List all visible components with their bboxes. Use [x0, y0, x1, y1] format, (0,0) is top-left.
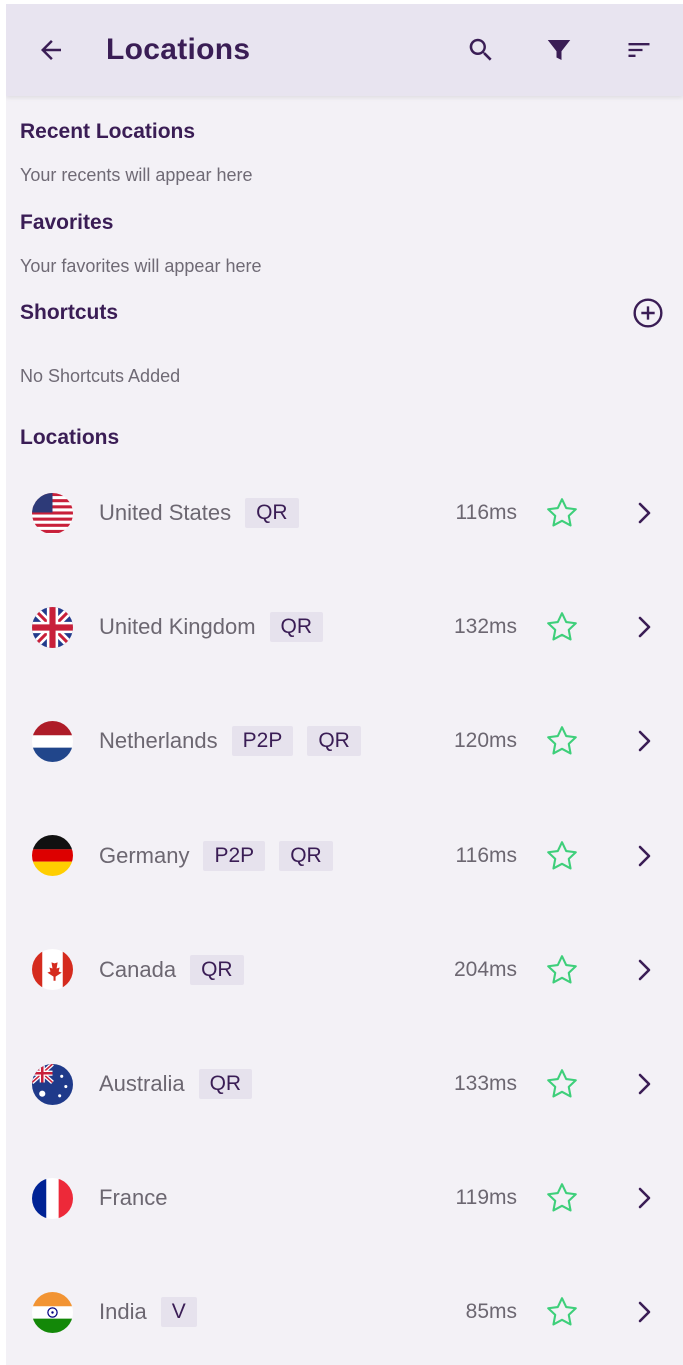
plus-circle-icon: [633, 298, 663, 328]
fr-flag-icon: [32, 1177, 73, 1219]
location-name-group: India V: [99, 1297, 197, 1328]
filter-icon: [547, 40, 571, 60]
latency-value: 132ms: [453, 615, 517, 639]
location-name-group: Netherlands P2P QR: [99, 726, 361, 757]
shortcuts-section: Shortcuts: [6, 296, 683, 330]
feature-tag: QR: [198, 1069, 253, 1099]
shortcuts-empty-text: No Shortcuts Added: [20, 366, 181, 386]
location-row[interactable]: France 119ms: [6, 1141, 683, 1255]
feature-tag: QR: [279, 840, 333, 871]
chevron-right-icon[interactable]: [632, 726, 656, 756]
favorites-empty-text: Your favorites will appear here: [20, 256, 262, 276]
favorite-star-icon[interactable]: [544, 838, 580, 874]
ca-flag-icon: [32, 949, 73, 991]
chevron-right-icon[interactable]: [632, 1297, 656, 1327]
favorites-section: Favorites: [6, 211, 127, 235]
feature-tag: QR: [307, 726, 361, 757]
location-row[interactable]: United Kingdom QR 132ms: [6, 570, 683, 684]
shortcuts-heading: Shortcuts: [20, 301, 119, 324]
location-row[interactable]: Australia QR 133ms: [6, 1027, 683, 1141]
location-name: United States: [99, 500, 232, 525]
latency-value: 204ms: [453, 957, 517, 981]
feature-tag: QR: [245, 498, 299, 528]
add-shortcut-button[interactable]: [631, 296, 665, 330]
location-row[interactable]: India V 85ms: [6, 1255, 683, 1365]
chevron-right-icon[interactable]: [632, 1069, 656, 1099]
feature-tag: QR: [269, 612, 324, 643]
search-icon: [469, 38, 492, 61]
recent-empty-wrap: Your recents will appear here: [6, 165, 266, 186]
back-button[interactable]: [36, 35, 66, 65]
chevron-right-icon[interactable]: [632, 612, 656, 642]
search-button[interactable]: [461, 30, 501, 70]
favorites-empty-wrap: Your favorites will appear here: [6, 256, 275, 277]
location-name-group: Canada QR: [99, 954, 244, 985]
latency-value: 85ms: [465, 1300, 517, 1324]
locations-section: Locations: [6, 426, 133, 450]
location-name: France: [99, 1185, 168, 1211]
location-row[interactable]: Canada QR 204ms: [6, 913, 683, 1027]
location-row[interactable]: Netherlands P2P QR 120ms: [6, 684, 683, 798]
app-bar: Locations: [6, 4, 683, 96]
sort-button[interactable]: [619, 30, 659, 70]
favorite-star-icon[interactable]: [544, 723, 580, 759]
chevron-right-icon[interactable]: [632, 955, 656, 985]
chevron-right-icon[interactable]: [632, 841, 656, 871]
favorite-star-icon[interactable]: [544, 952, 580, 988]
location-name: India: [99, 1299, 147, 1325]
favorite-star-icon[interactable]: [544, 1066, 580, 1102]
location-row[interactable]: Germany P2P QR 116ms: [6, 799, 683, 913]
favorite-star-icon[interactable]: [544, 1180, 580, 1216]
in-flag-icon: [32, 1291, 73, 1333]
location-name-group: United States QR: [99, 498, 299, 528]
feature-tag: P2P: [231, 726, 294, 757]
latency-value: 133ms: [453, 1072, 517, 1095]
feature-tag: P2P: [203, 840, 266, 871]
favorites-heading: Favorites: [20, 211, 114, 234]
location-name: Canada: [99, 956, 177, 982]
location-name: United Kingdom: [99, 614, 256, 640]
favorite-star-icon[interactable]: [544, 1294, 580, 1330]
chevron-right-icon[interactable]: [632, 498, 656, 528]
de-flag-icon: [32, 835, 73, 877]
location-name-group: United Kingdom QR: [99, 612, 324, 643]
nl-flag-icon: [32, 720, 73, 762]
favorite-star-icon[interactable]: [544, 609, 580, 645]
shortcuts-empty-wrap: No Shortcuts Added: [6, 366, 194, 387]
uk-flag-icon: [32, 606, 73, 648]
app-bar-actions: [461, 30, 683, 70]
recent-section: Recent Locations: [6, 120, 683, 144]
filter-button[interactable]: [539, 30, 579, 70]
location-name: Australia: [99, 1071, 185, 1096]
page-title: Locations: [106, 33, 251, 66]
feature-tag: QR: [190, 954, 244, 985]
locations-screen: Locations Recent Locations Your recents: [6, 4, 683, 1365]
location-name-group: Germany P2P QR: [99, 840, 333, 871]
au-flag-icon: [32, 1063, 73, 1105]
latency-value: 119ms: [455, 1186, 517, 1210]
latency-value: 120ms: [453, 729, 517, 753]
location-name-group: France: [99, 1185, 167, 1211]
locations-heading: Locations: [20, 426, 120, 449]
latency-value: 116ms: [455, 501, 517, 524]
us-flag-icon: [32, 492, 73, 534]
recent-empty-text: Your recents will appear here: [20, 165, 253, 185]
location-name-group: Australia QR: [99, 1069, 253, 1099]
location-name: Netherlands: [99, 728, 218, 754]
location-row[interactable]: United States QR 116ms: [6, 456, 683, 570]
sort-icon: [628, 43, 650, 57]
chevron-right-icon[interactable]: [632, 1183, 656, 1213]
recent-locations-heading: Recent Locations: [20, 120, 196, 143]
latency-value: 116ms: [455, 843, 517, 867]
feature-tag: V: [160, 1297, 197, 1328]
arrow-left-icon: [41, 40, 61, 60]
location-name: Germany: [99, 842, 190, 868]
favorite-star-icon[interactable]: [544, 495, 580, 531]
